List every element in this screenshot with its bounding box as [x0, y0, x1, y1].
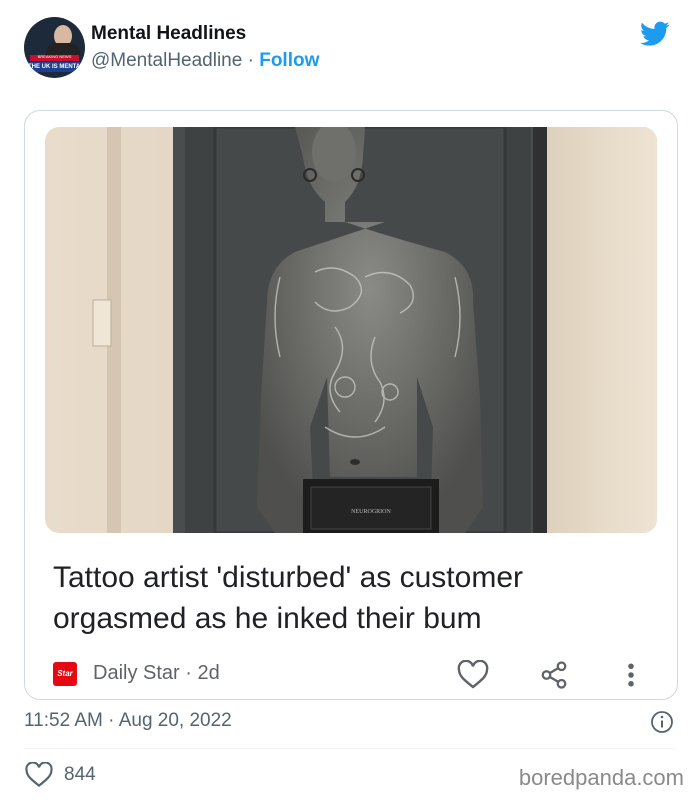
info-icon[interactable]: [650, 710, 674, 734]
source-meta: Daily Star · 2d: [93, 662, 220, 684]
tweet-header: BREAKING NEWS THE UK IS MENTAL Mental He…: [24, 17, 676, 81]
more-vertical-icon[interactable]: [624, 660, 638, 690]
twitter-bird-icon[interactable]: [640, 21, 670, 47]
article-photo[interactable]: NEUROGRION: [45, 127, 657, 533]
handle-separator: ·: [242, 50, 260, 71]
share-icon[interactable]: [539, 660, 569, 690]
tweet-timestamp[interactable]: 11:52 AM · Aug 20, 2022: [24, 710, 232, 732]
article-headline[interactable]: Tattoo artist 'disturbed' as customer or…: [53, 557, 653, 639]
heart-icon[interactable]: [24, 762, 54, 788]
daily-star-logo: Star: [53, 662, 77, 686]
source-row: Star Daily Star · 2d: [53, 660, 653, 690]
follow-link[interactable]: Follow: [259, 50, 319, 71]
handle-row: @MentalHeadline · Follow: [91, 50, 319, 72]
watermark: boredpanda.com: [518, 765, 684, 790]
display-name[interactable]: Mental Headlines: [91, 23, 246, 45]
link-card[interactable]: NEUROGRION Tattoo artist 'disturbed' as …: [24, 110, 678, 700]
avatar-top-text: BREAKING NEWS: [37, 54, 72, 59]
handle[interactable]: @MentalHeadline: [91, 50, 242, 71]
avatar[interactable]: BREAKING NEWS THE UK IS MENTAL: [24, 17, 85, 78]
heart-outline-icon[interactable]: [457, 660, 489, 690]
photo-sign-text: NEUROGRION: [351, 509, 391, 515]
like-count: 844: [64, 764, 96, 785]
divider: [24, 748, 676, 749]
avatar-banner-text: THE UK IS MENTAL: [28, 64, 84, 70]
